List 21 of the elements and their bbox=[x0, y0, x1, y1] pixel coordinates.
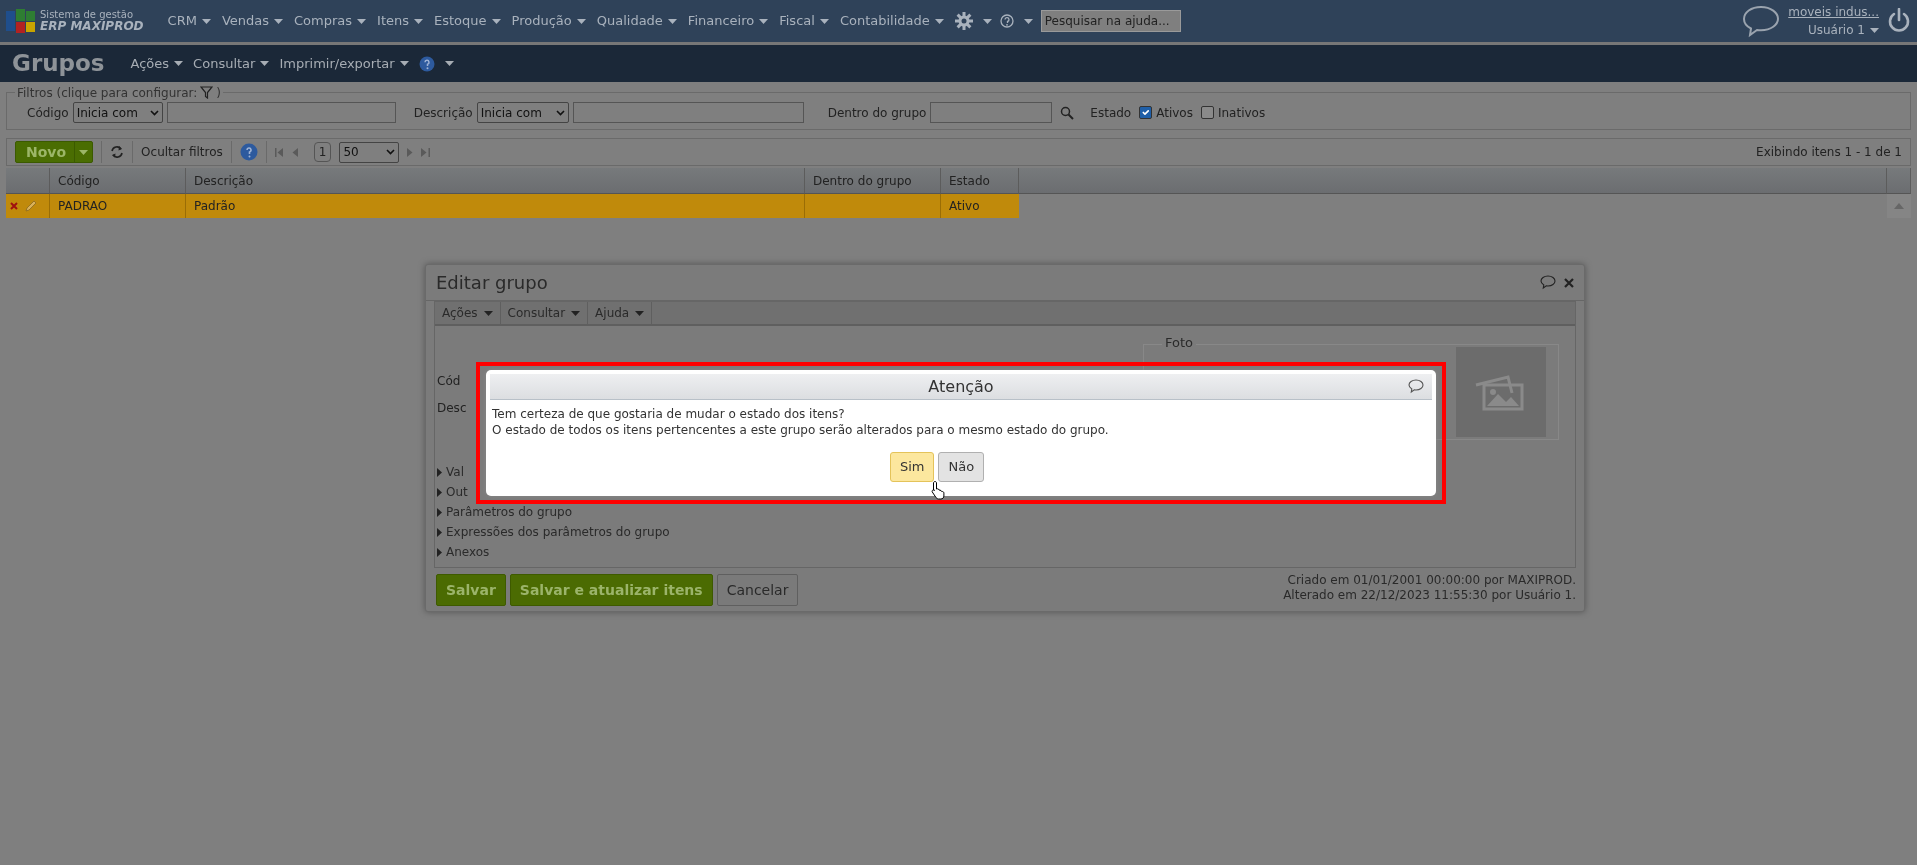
pagination-summary: Exibindo itens 1 - 1 de 1 bbox=[1756, 144, 1902, 161]
modified-info: Alterado em 22/12/2023 11:55:30 por Usuário 1. bbox=[1283, 588, 1576, 603]
alert-title: Atenção bbox=[928, 375, 994, 398]
alert-message: O estado de todos os itens pertencentes a este grupo serão alterados para o mesmo estado do grupo. bbox=[492, 422, 1110, 438]
dialog-title: Editar grupo bbox=[436, 271, 549, 295]
alert-message: Tem certeza de que gostaria de mudar o estado dos itens? bbox=[492, 406, 846, 422]
table-cell: Ativo bbox=[941, 194, 1019, 218]
checkbox-label: Ativos bbox=[1156, 104, 1193, 122]
field-label: Desc bbox=[437, 401, 467, 415]
table-cell: PADRAO bbox=[50, 194, 186, 218]
checkbox-label: Inativos bbox=[1217, 104, 1266, 122]
filters-legend-end: ) bbox=[216, 86, 221, 99]
created-info: Criado em 01/01/2001 00:00:00 por MAXIPROD. bbox=[1286, 573, 1576, 588]
field-label: Código bbox=[27, 104, 69, 122]
field-label: Estado bbox=[1090, 104, 1132, 122]
page-title: Grupos bbox=[12, 49, 105, 79]
field-label: Descrição bbox=[413, 104, 473, 122]
brand-subtitle: Sistema de gestão bbox=[40, 8, 133, 20]
field-label: Dentro do grupo bbox=[827, 104, 927, 122]
field-label: Cód bbox=[437, 374, 461, 388]
table-cell: Padrão bbox=[186, 194, 805, 218]
